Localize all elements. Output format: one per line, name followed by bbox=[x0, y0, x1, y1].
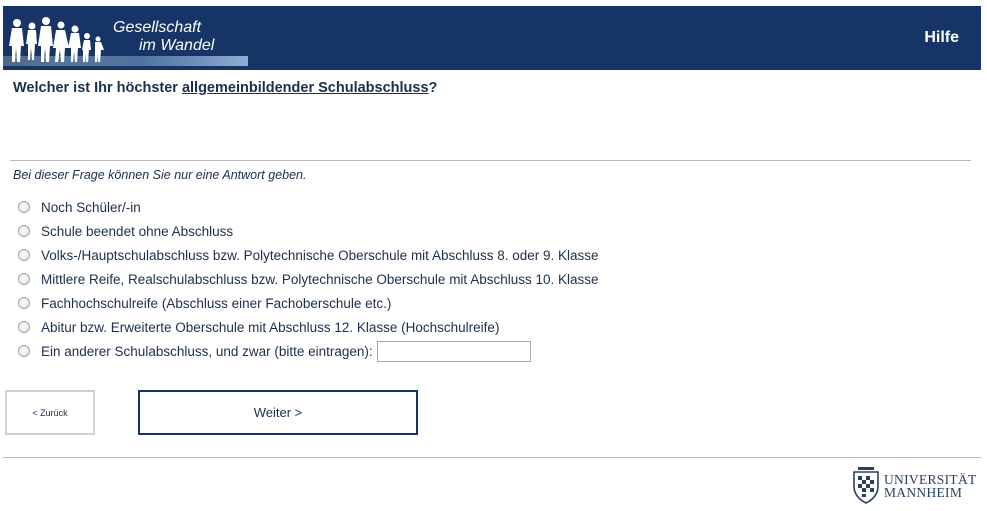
option-hauptschule[interactable]: Volks-/Hauptschulabschluss bzw. Polytech… bbox=[18, 243, 599, 267]
divider bbox=[10, 160, 971, 161]
option-label: Fachhochschulreife (Abschluss einer Fach… bbox=[41, 295, 392, 311]
university-logo: UNIVERSITÄT MANNHEIM bbox=[850, 466, 977, 506]
next-button[interactable]: Weiter > bbox=[138, 390, 418, 435]
option-other[interactable]: Ein anderer Schulabschluss, und zwar (bi… bbox=[18, 339, 599, 363]
option-label: Ein anderer Schulabschluss, und zwar (bi… bbox=[41, 343, 373, 359]
question-term-link[interactable]: allgemeinbildender Schulabschluss bbox=[182, 80, 429, 96]
option-label: Mittlere Reife, Realschulabschluss bzw. … bbox=[41, 271, 599, 287]
option-label: Volks-/Hauptschulabschluss bzw. Polytech… bbox=[41, 247, 599, 263]
option-fachhochschulreife[interactable]: Fachhochschulreife (Abschluss einer Fach… bbox=[18, 291, 599, 315]
option-no-degree[interactable]: Schule beendet ohne Abschluss bbox=[18, 219, 599, 243]
option-label: Abitur bzw. Erweiterte Oberschule mit Ab… bbox=[41, 319, 500, 335]
answer-instruction: Bei dieser Frage können Sie nur eine Ant… bbox=[13, 168, 307, 182]
question-suffix: ? bbox=[428, 80, 438, 96]
logo: Gesellschaft im Wandel bbox=[3, 6, 248, 70]
option-label: Noch Schüler/-in bbox=[41, 199, 141, 215]
radio-button[interactable] bbox=[18, 321, 30, 333]
header-bar: Gesellschaft im Wandel Hilfe bbox=[3, 6, 981, 70]
radio-button[interactable] bbox=[18, 345, 30, 357]
radio-button[interactable] bbox=[18, 225, 30, 237]
university-name-line2: MANNHEIM bbox=[884, 485, 963, 500]
radio-button[interactable] bbox=[18, 201, 30, 213]
back-button[interactable]: < Zurück bbox=[5, 390, 95, 435]
university-seal-icon bbox=[853, 467, 879, 504]
question-prefix: Welcher ist Ihr höchster bbox=[13, 80, 182, 96]
option-mittlere-reife[interactable]: Mittlere Reife, Realschulabschluss bzw. … bbox=[18, 267, 599, 291]
radio-button[interactable] bbox=[18, 297, 30, 309]
logo-text-line1: Gesellschaft bbox=[113, 19, 202, 36]
question-text: Welcher ist Ihr höchster allgemeinbilden… bbox=[13, 80, 437, 96]
help-link[interactable]: Hilfe bbox=[924, 29, 959, 47]
answer-options: Noch Schüler/-in Schule beendet ohne Abs… bbox=[18, 195, 599, 363]
other-degree-input[interactable] bbox=[376, 340, 531, 362]
option-abitur[interactable]: Abitur bzw. Erweiterte Oberschule mit Ab… bbox=[18, 315, 599, 339]
logo-text-line2: im Wandel bbox=[139, 37, 215, 54]
option-label: Schule beendet ohne Abschluss bbox=[41, 223, 234, 239]
radio-button[interactable] bbox=[18, 249, 30, 261]
option-still-student[interactable]: Noch Schüler/-in bbox=[18, 195, 599, 219]
radio-button[interactable] bbox=[18, 273, 30, 285]
footer-divider bbox=[3, 457, 981, 458]
